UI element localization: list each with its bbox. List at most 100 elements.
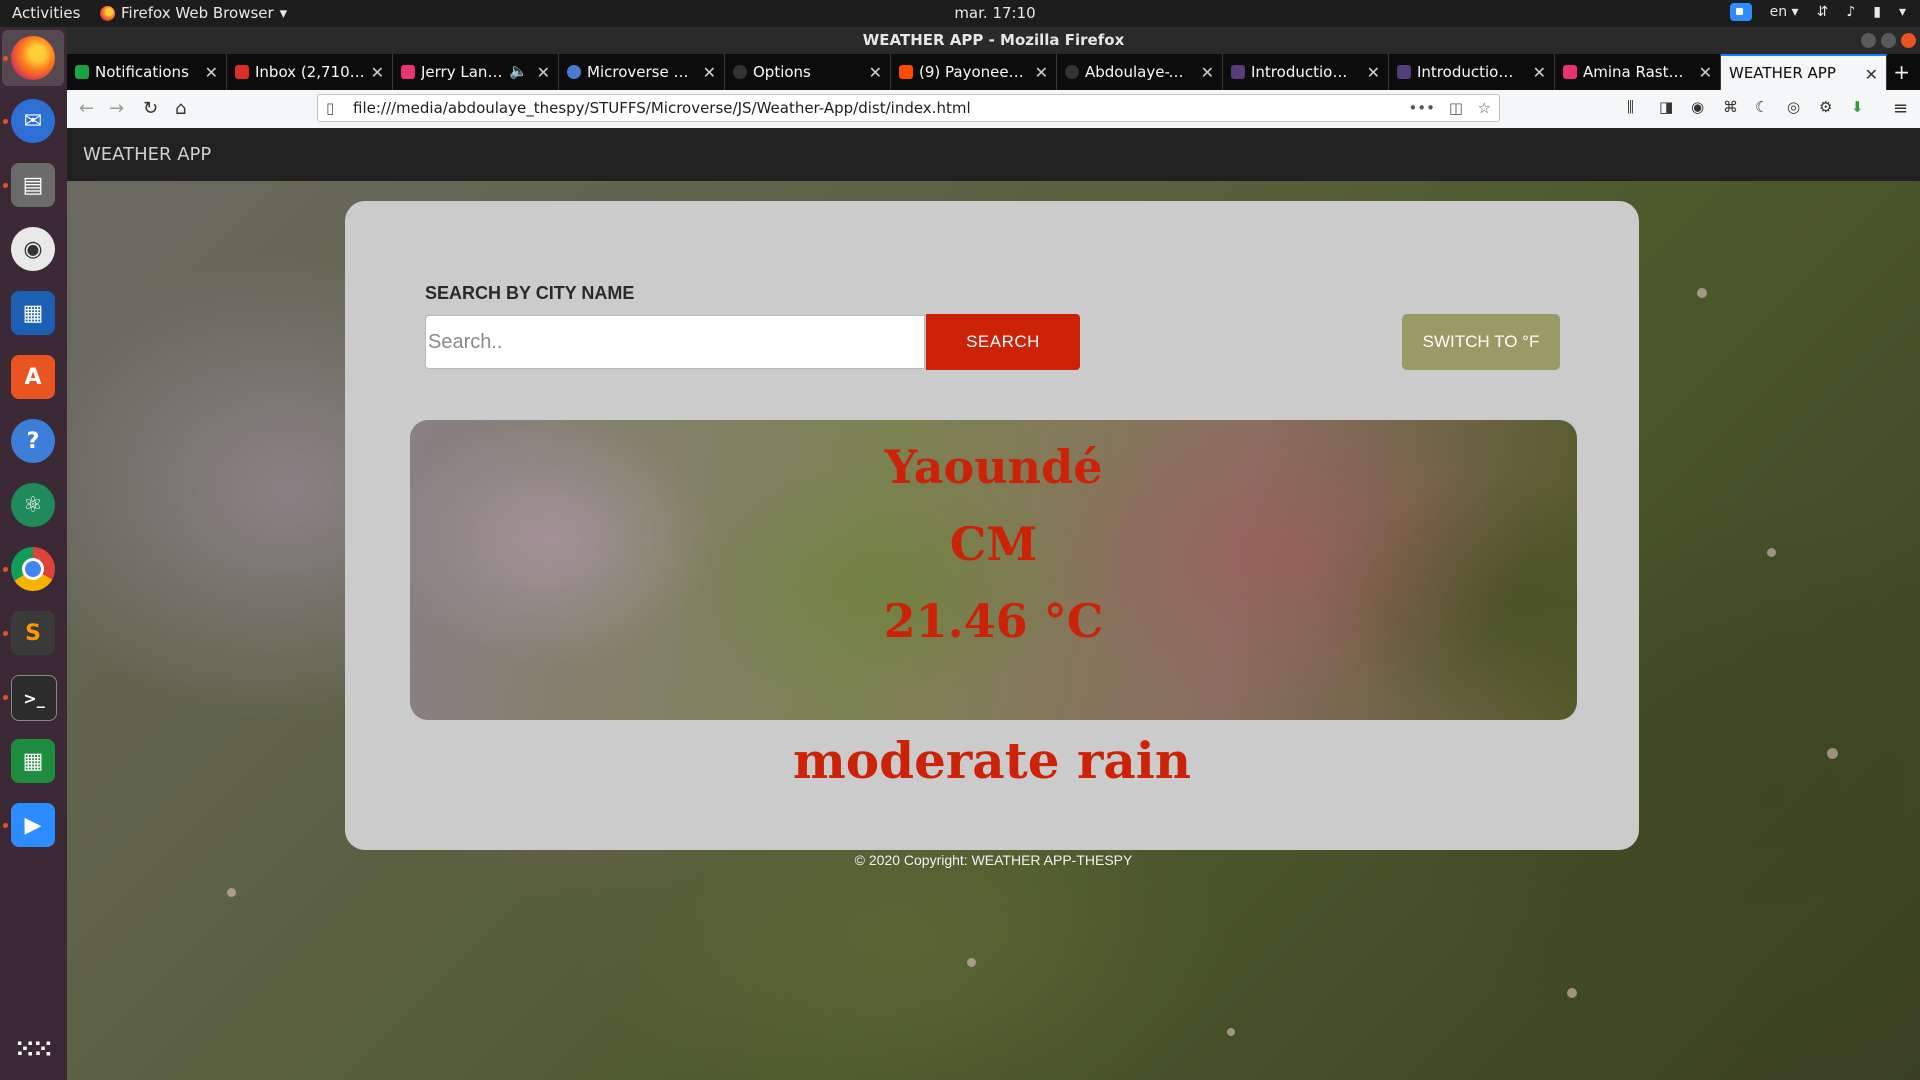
new-tab-icon[interactable]: +	[1893, 60, 1910, 84]
github-icon	[1065, 65, 1079, 79]
activities-button[interactable]: Activities	[12, 4, 80, 22]
battery-icon[interactable]: ▮	[1873, 4, 1881, 20]
upwork-icon	[75, 65, 89, 79]
extension-icon[interactable]: ⌘	[1723, 98, 1738, 116]
tab-bar: Notifications ✕ Inbox (2,710) - ✕ Jerry …	[67, 54, 1920, 90]
bokeh-decoration	[1227, 1028, 1235, 1036]
github-icon	[733, 65, 747, 79]
weather-result-panel: Yaoundé CM 21.46 °C	[410, 420, 1577, 720]
maximize-icon[interactable]	[1881, 33, 1896, 48]
home-icon[interactable]: ⌂	[175, 98, 186, 119]
software-center-dock-icon[interactable]: A	[11, 355, 55, 399]
close-tab-icon[interactable]: ✕	[869, 63, 882, 82]
page-actions-icon[interactable]: •••	[1408, 95, 1435, 121]
sidebar-icon[interactable]: ◨	[1659, 98, 1673, 116]
calc-dock-icon[interactable]: ▦	[11, 739, 55, 783]
atom-dock-icon[interactable]: ⚛	[11, 483, 55, 527]
tab-weather-app[interactable]: WEATHER APP ✕	[1721, 54, 1887, 90]
system-menu-chevron-icon[interactable]: ▾	[1899, 4, 1906, 20]
extension-icon[interactable]: ⚙	[1819, 98, 1832, 116]
url-text: file:///media/abdoulaye_thespy/STUFFS/Mi…	[353, 99, 971, 117]
system-tray: en ▾ ⇵ ♪ ▮ ▾	[1729, 3, 1906, 21]
thunderbird-dock-icon[interactable]: ✉	[11, 99, 55, 143]
download-icon[interactable]: ⬇	[1851, 98, 1864, 116]
app-brand[interactable]: WEATHER APP	[67, 144, 211, 165]
terminal-dock-icon[interactable]: >_	[11, 675, 57, 721]
firefox-icon	[100, 5, 115, 21]
firefox-dock-icon[interactable]	[11, 36, 55, 80]
search-button[interactable]: SEARCH	[926, 314, 1080, 370]
hamburger-menu-icon[interactable]: ≡	[1893, 98, 1908, 119]
running-indicator	[3, 567, 8, 572]
city-name: Yaoundé	[884, 440, 1103, 494]
weather-description: moderate rain	[792, 731, 1192, 790]
zoom-tray-icon[interactable]	[1729, 3, 1752, 21]
chrome-dock-icon[interactable]	[11, 547, 55, 591]
zoom-dock-icon[interactable]: ▶	[11, 803, 55, 847]
search-input[interactable]	[425, 315, 925, 369]
tab-inbox[interactable]: Inbox (2,710) - ✕	[227, 54, 393, 90]
payoneer-icon	[899, 65, 913, 79]
pocket-icon[interactable]: ◫	[1449, 95, 1463, 121]
close-tab-icon[interactable]: ✕	[1367, 63, 1380, 82]
back-icon[interactable]: ←	[79, 98, 94, 119]
account-icon[interactable]: ◉	[1691, 98, 1704, 116]
speaker-icon[interactable]: 🔈	[509, 62, 528, 80]
forward-icon[interactable]: →	[109, 98, 124, 119]
tab-microverse[interactable]: Microverse Stu ✕	[559, 54, 725, 90]
running-indicator	[3, 695, 8, 700]
close-tab-icon[interactable]: ✕	[205, 63, 218, 82]
bokeh-decoration	[227, 888, 236, 897]
extension-icon[interactable]: ◎	[1787, 98, 1800, 116]
close-tab-icon[interactable]: ✕	[1533, 63, 1546, 82]
app-navbar: WEATHER APP	[67, 128, 1920, 181]
close-tab-icon[interactable]: ✕	[1035, 63, 1048, 82]
reload-icon[interactable]: ↻	[143, 98, 158, 119]
sublime-text-dock-icon[interactable]: S	[11, 611, 55, 655]
bootstrap-icon	[1397, 65, 1411, 79]
tab-jerry-land[interactable]: Jerry Land – 🔈 ✕	[393, 54, 559, 90]
tab-introduction-1[interactable]: Introduction · B ✕	[1223, 54, 1389, 90]
bokeh-decoration	[1827, 748, 1838, 759]
tab-abdoulaye[interactable]: Abdoulaye-The ✕	[1057, 54, 1223, 90]
close-tab-icon[interactable]: ✕	[371, 63, 384, 82]
network-icon[interactable]: ⇵	[1817, 4, 1829, 20]
app-menu[interactable]: Firefox Web Browser ▾	[100, 4, 287, 22]
page-info-icon[interactable]: ▯	[326, 95, 334, 121]
files-dock-icon[interactable]: ▤	[11, 163, 55, 207]
close-tab-icon[interactable]: ✕	[1699, 63, 1712, 82]
tab-amina-rasta[interactable]: Amina Rasta – ✕	[1555, 54, 1721, 90]
tab-notifications[interactable]: Notifications ✕	[67, 54, 227, 90]
show-applications-icon[interactable]: ⁙⁙	[11, 1027, 55, 1071]
switch-unit-button[interactable]: SWITCH TO °F	[1402, 314, 1560, 370]
bokeh-decoration	[1767, 548, 1776, 557]
close-tab-icon[interactable]: ✕	[703, 63, 716, 82]
bookmark-star-icon[interactable]: ☆	[1478, 95, 1491, 121]
temperature: 21.46 °C	[883, 594, 1104, 648]
extension-icon[interactable]: ☾	[1755, 98, 1768, 116]
writer-dock-icon[interactable]: ▦	[11, 291, 55, 335]
bokeh-decoration	[1697, 288, 1707, 298]
url-bar[interactable]: ▯ file:///media/abdoulaye_thespy/STUFFS/…	[317, 94, 1500, 122]
bokeh-decoration	[967, 958, 976, 967]
tab-options[interactable]: Options ✕	[725, 54, 891, 90]
minimize-icon[interactable]	[1861, 33, 1876, 48]
close-window-icon[interactable]	[1901, 33, 1916, 48]
chevron-down-icon: ▾	[279, 4, 288, 22]
close-tab-icon[interactable]: ✕	[1201, 63, 1214, 82]
language-indicator[interactable]: en ▾	[1770, 4, 1799, 20]
running-indicator	[3, 56, 8, 61]
close-tab-icon[interactable]: ✕	[1865, 65, 1878, 84]
system-top-bar: Activities Firefox Web Browser ▾ mar. 17…	[0, 0, 1920, 27]
tab-introduction-2[interactable]: Introduction · B ✕	[1389, 54, 1555, 90]
page-viewport: WEATHER APP SEARCH BY CITY NAME SEARCH S…	[67, 128, 1920, 1080]
volume-icon[interactable]: ♪	[1846, 4, 1855, 20]
library-icon[interactable]: ⫼	[1627, 98, 1634, 116]
close-tab-icon[interactable]: ✕	[537, 63, 550, 82]
rhythmbox-dock-icon[interactable]: ◉	[11, 227, 55, 271]
help-dock-icon[interactable]: ?	[11, 419, 55, 463]
tab-payoneer[interactable]: (9) Payoneer - ✕	[891, 54, 1057, 90]
system-clock[interactable]: mar. 17:10	[940, 4, 1050, 22]
running-indicator	[3, 631, 8, 636]
running-indicator	[3, 183, 8, 188]
